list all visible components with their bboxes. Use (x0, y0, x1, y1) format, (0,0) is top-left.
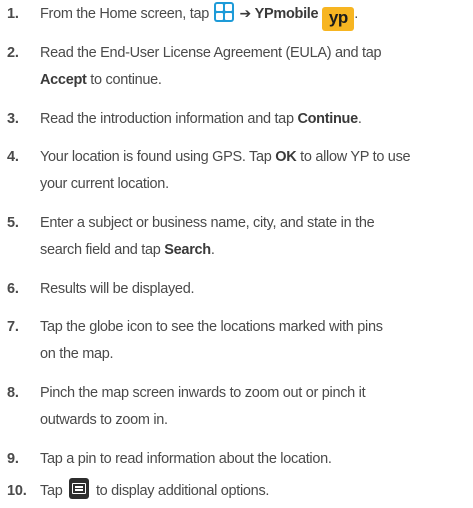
step-text-line1: Results will be displayed. (40, 281, 195, 297)
step-bold: Accept (40, 72, 87, 88)
step-number: 4. (7, 149, 19, 165)
step-number: 9. (7, 451, 19, 467)
step-number: 10. (7, 483, 27, 499)
step-text-line2: on the map. (40, 346, 114, 362)
step-number: 7. (7, 319, 19, 335)
step-text-before: Your location is found using GPS. Tap (40, 149, 276, 165)
step-text: Tap the globe icon to see the locations … (40, 314, 470, 368)
step-text-line1: Tap the globe icon to see the locations … (40, 319, 383, 335)
step-text-after: to display additional options. (92, 483, 270, 499)
step-number: 3. (7, 111, 19, 127)
step-text-after: . (210, 242, 215, 258)
step-text-after: to continue. (86, 72, 162, 88)
step-text: Enter a subject or business name, city, … (40, 210, 470, 264)
ypmobile-app-icon: yp (322, 7, 355, 31)
step-bold: OK (275, 149, 297, 165)
step-text: Your location is found using GPS. Tap OK… (40, 144, 470, 198)
step-text-after: . (354, 6, 359, 22)
step-text-after: to allow YP to use (296, 149, 411, 165)
step-bold: Continue (297, 111, 358, 127)
step-bold: Search (164, 242, 211, 258)
step-number: 8. (7, 385, 19, 401)
step-text-line1: Tap a pin to read information about the … (40, 451, 332, 467)
step-text-before: search field and tap (40, 242, 165, 258)
step-text-line2: your current location. (40, 176, 169, 192)
step-text-after: . (357, 111, 362, 127)
step-number: 6. (7, 281, 19, 297)
step-text: Read the introduction information and ta… (40, 106, 470, 133)
step-text: Tap a pin to read information about the … (40, 446, 470, 473)
step-text-line2: outwards to zoom in. (40, 412, 168, 428)
step-text-before: Read the introduction information and ta… (40, 111, 298, 127)
step-number: 1. (7, 6, 19, 22)
apps-grid-icon (213, 2, 234, 22)
step-text: Pinch the map screen inwards to zoom out… (40, 380, 470, 434)
arrow-icon: ➔ (239, 6, 251, 22)
app-name: YPmobile (254, 6, 319, 22)
step-text: Results will be displayed. (40, 276, 470, 303)
menu-icon (69, 478, 90, 499)
step-text: From the Home screen, tap ➔ YPmobile yp. (40, 1, 470, 31)
step-text: Read the End-User License Agreement (EUL… (40, 40, 470, 94)
step-number: 5. (7, 215, 19, 231)
step-text-before: Tap (40, 483, 67, 499)
step-text-line1: Pinch the map screen inwards to zoom out… (40, 385, 366, 401)
step-number: 2. (7, 45, 19, 61)
step-text: Tap to display additional options. (40, 478, 470, 505)
step-text-line1: Enter a subject or business name, city, … (40, 215, 375, 231)
step-text-line1: Read the End-User License Agreement (EUL… (40, 45, 382, 61)
step-text-before: From the Home screen, tap (40, 6, 213, 22)
